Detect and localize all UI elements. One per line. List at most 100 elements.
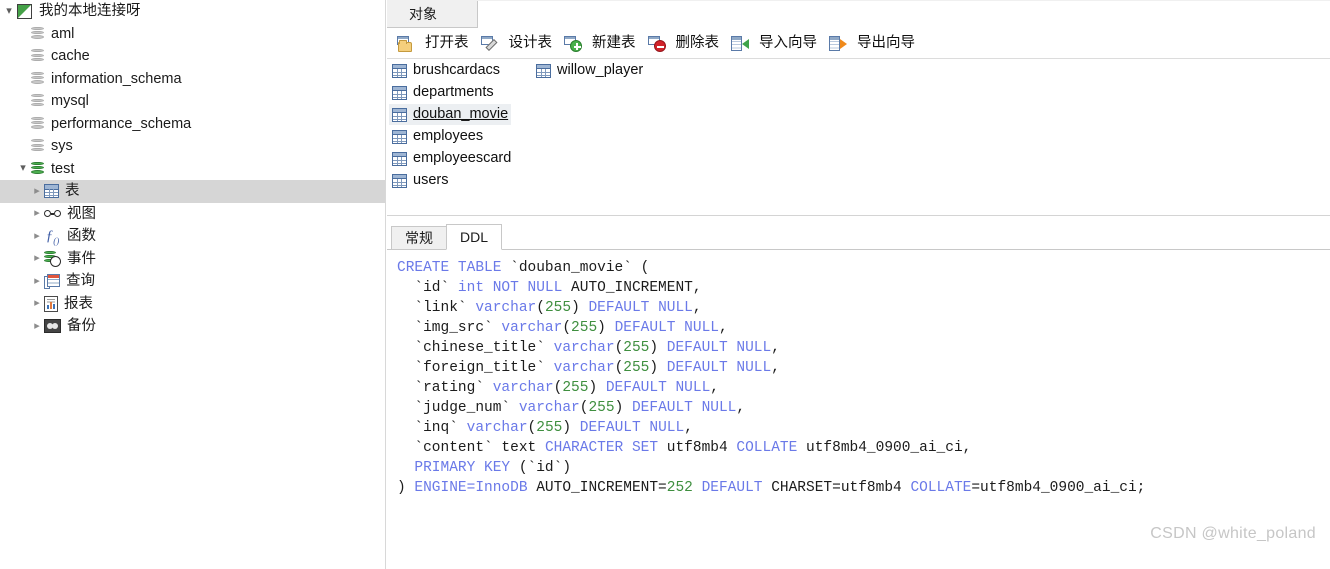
toolbar-button-label: 导出向导 (857, 35, 915, 52)
ddl-token-pl: ) (597, 320, 615, 336)
tree-item-label: aml (51, 25, 75, 42)
object-tree-sidebar[interactable]: ▾ 我的本地连接呀 aml cache information_schemamysq… (0, 0, 386, 569)
tree-item-label: 函数 (67, 228, 96, 244)
ddl-token-pl: `rating` (397, 380, 493, 396)
tab-objects[interactable]: 对象 (391, 0, 455, 28)
tabstrip-filler (477, 1, 1330, 28)
tree-item-query[interactable]: ▸ 查询 (0, 270, 385, 293)
tree-item-connection[interactable]: ▾ 我的本地连接呀 (0, 0, 385, 23)
table-list-item[interactable]: employees (389, 126, 486, 147)
ddl-token-kw: CHARACTER SET (544, 440, 667, 456)
ddl-token-kw: COLLATE (910, 480, 972, 496)
tree-item-label: information_schema (51, 70, 182, 87)
tree-item-label: 备份 (67, 318, 96, 334)
ddl-token-kw: COLLATE (736, 440, 807, 456)
chevron-right-icon[interactable]: ▸ (30, 230, 44, 242)
ddl-line: `content` text CHARACTER SET utf8mb4 COL… (397, 438, 1324, 458)
database-icon (30, 93, 45, 109)
tree-item-backup[interactable]: ▸ 备份 (0, 315, 385, 338)
ddl-token-kw: varchar (518, 400, 580, 416)
ddl-token-pl: ( (614, 340, 624, 356)
ddl-token-kw: DEFAULT NULL (588, 300, 693, 316)
subtab-DDL[interactable]: DDL (446, 224, 503, 250)
table-list[interactable]: brushcardacs departments douban_movie emplo… (387, 60, 1330, 215)
table-grid-icon (392, 129, 407, 144)
subtab-常规[interactable]: 常规 (391, 226, 447, 250)
ddl-token-pl: ( (536, 300, 545, 316)
tree-item-function-fx[interactable]: ▸ ƒ() 函数 (0, 225, 385, 248)
database-icon (30, 26, 45, 42)
ddl-token-kw: DEFAULT NULL (666, 360, 772, 376)
toolbar-button-label: 打开表 (425, 35, 469, 52)
nav-cat-window: ▾ 我的本地连接呀 aml cache information_schemamysq… (0, 0, 1330, 569)
chevron-down-icon[interactable]: ▾ (2, 5, 16, 17)
watermark-text: CSDN @white_poland (1150, 525, 1316, 542)
ddl-token-kw: varchar (553, 340, 615, 356)
table-toolbar[interactable]: 打开表 设计表 新建表 删除表 导入向导 导出向导 (387, 29, 1330, 59)
tree-item-label: cache (51, 48, 90, 64)
tree-item-report[interactable]: ▸ 报表 (0, 293, 385, 316)
ddl-token-pl: ) (614, 400, 632, 416)
chevron-right-icon[interactable]: ▸ (30, 298, 44, 309)
chevron-right-icon[interactable]: ▸ (30, 253, 44, 264)
table-grid-icon (536, 63, 551, 78)
tree-item-event-clock[interactable]: ▸ 事件 (0, 248, 385, 271)
ddl-token-pl: ) (649, 360, 667, 376)
tree-item-database-aml[interactable]: aml (0, 23, 385, 46)
ddl-token-kw: DEFAULT NULL (614, 320, 719, 336)
table-name-label: employeescard (413, 150, 512, 167)
ddl-token-kw: CREATE TABLE (397, 260, 511, 276)
delete-table-icon (647, 35, 666, 52)
chevron-right-icon[interactable]: ▸ (30, 275, 44, 287)
table-grid-icon (392, 173, 407, 188)
design-table-button[interactable]: 设计表 (475, 31, 559, 57)
ddl-line: ) ENGINE=InnoDB AUTO_INCREMENT=252 DEFAU… (397, 478, 1324, 498)
ddl-code-view[interactable]: CREATE TABLE `douban_movie` ( `id` int N… (397, 258, 1324, 561)
tree-item-database-performance_schema[interactable]: performance_schema (0, 113, 385, 136)
tree-item-label: 表 (65, 183, 80, 199)
chevron-down-icon[interactable]: ▾ (16, 163, 30, 174)
tree-item-label: 查询 (66, 273, 95, 289)
tree-item-table-grid[interactable]: ▸ 表 (0, 180, 385, 203)
ddl-token-pl: AUTO_INCREMENT, (571, 280, 702, 296)
ddl-token-kw: varchar (553, 360, 615, 376)
table-list-item[interactable]: douban_movie (389, 104, 512, 125)
table-grid-icon (392, 107, 407, 122)
tree-item-database-mysql[interactable]: mysql (0, 90, 385, 113)
import-wizard-button[interactable]: 导入向导 (725, 31, 823, 57)
ddl-token-pl: ) (562, 420, 580, 436)
open-table-button[interactable]: 打开表 (391, 31, 475, 57)
tree-item-label: sys (51, 138, 73, 154)
ddl-token-pl: , (684, 420, 693, 436)
delete-table-button[interactable]: 删除表 (642, 31, 726, 57)
database-icon (30, 71, 45, 87)
detail-subtabs[interactable]: 常规 DDL (391, 224, 503, 250)
export-wizard-button[interactable]: 导出向导 (823, 31, 921, 57)
new-table-button[interactable]: 新建表 (558, 31, 642, 57)
object-tabstrip[interactable]: 对象 (387, 0, 1330, 28)
import-wizard-icon (731, 35, 749, 52)
table-list-item[interactable]: employeescard (389, 148, 514, 169)
ddl-token-kw: varchar (501, 320, 563, 336)
table-list-item[interactable]: departments (389, 82, 497, 103)
tree-item-view-glasses[interactable]: ▸ 视图 (0, 203, 385, 226)
table-list-item[interactable]: willow_player (533, 60, 646, 81)
ddl-token-pl: , (710, 380, 719, 396)
table-list-item[interactable]: brushcardacs (389, 60, 503, 81)
ddl-token-pl: AUTO_INCREMENT= (536, 480, 667, 496)
view-glasses-icon (44, 207, 61, 220)
ddl-token-pl: `douban_movie` ( (510, 260, 650, 276)
function-fx-icon: ƒ() (45, 228, 60, 247)
tree-item-database-sys[interactable]: sys (0, 135, 385, 158)
ddl-token-kw: DEFAULT NULL (666, 340, 772, 356)
new-table-icon (564, 35, 582, 52)
chevron-right-icon[interactable]: ▸ (30, 185, 44, 197)
ddl-token-pl: utf8mb4_0900_ai_ci, (806, 440, 972, 456)
chevron-right-icon[interactable]: ▸ (30, 208, 44, 219)
chevron-right-icon[interactable]: ▸ (30, 320, 44, 332)
table-list-item[interactable]: users (389, 170, 451, 191)
tree-item-database-cache[interactable]: cache (0, 45, 385, 68)
ddl-token-pl: CHARSET=utf8mb4 (771, 480, 911, 496)
tree-item-database-test[interactable]: ▾ test (0, 158, 385, 181)
tree-item-database-information_schema[interactable]: information_schema (0, 68, 385, 91)
